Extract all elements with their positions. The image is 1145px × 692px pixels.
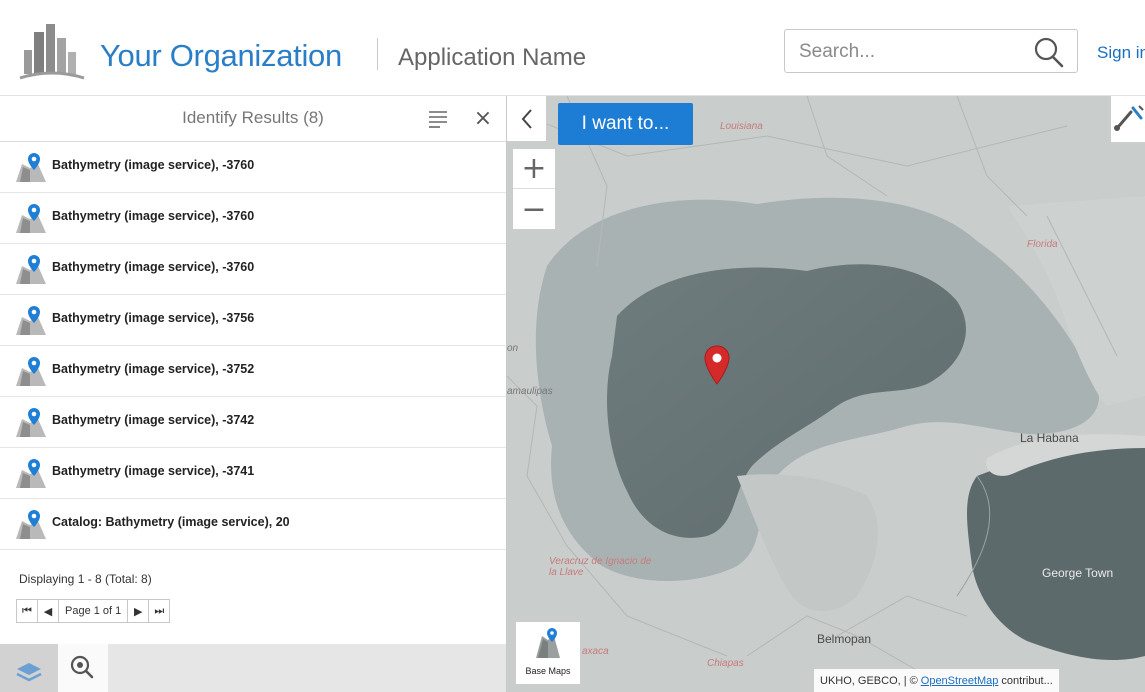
openstreetmap-link[interactable]: OpenStreetMap (921, 675, 999, 687)
result-row[interactable]: Bathymetry (image service), -3741 (0, 448, 506, 499)
map-marker-icon[interactable] (703, 344, 731, 386)
panel-header: Identify Results (8) × (0, 96, 506, 142)
result-label: Bathymetry (image service), -3752 (52, 362, 255, 376)
place-label-la-habana: La Habana (1020, 431, 1079, 445)
result-row[interactable]: Bathymetry (image service), -3742 (0, 397, 506, 448)
zoom-control: + − (512, 148, 556, 230)
result-label: Bathymetry (image service), -3760 (52, 209, 255, 223)
search-input[interactable] (799, 39, 1019, 65)
result-label: Catalog: Bathymetry (image service), 20 (52, 515, 290, 529)
last-page-button[interactable]: ⏭ (148, 599, 171, 623)
attribution-suffix: contribut... (1001, 674, 1053, 687)
page-label: Page 1 of 1 (58, 599, 129, 623)
collapse-panel-button[interactable] (507, 96, 547, 142)
search-icon[interactable] (1032, 36, 1064, 68)
result-label: Bathymetry (image service), -3760 (52, 260, 255, 274)
zoom-out-button[interactable]: − (513, 189, 555, 229)
i-want-to-button[interactable]: I want to... (558, 103, 693, 145)
sign-in-link[interactable]: Sign in (1097, 43, 1145, 63)
city-skyline-logo-icon (19, 24, 85, 80)
result-row[interactable]: Bathymetry (image service), -3756 (0, 295, 506, 346)
place-label-oaxaca: axaca (582, 646, 609, 657)
place-label-tamaulipas: amaulipas (507, 386, 553, 397)
close-icon[interactable]: × (472, 108, 494, 130)
identify-magnifier-icon (70, 655, 94, 679)
pager: ⏮ ◀ Page 1 of 1 ▶ ⏭ (16, 599, 171, 623)
place-label-george-town: George Town (1042, 566, 1114, 580)
header-divider (377, 38, 378, 70)
place-label-louisiana: Louisiana (720, 121, 763, 132)
paging-info: Displaying 1 - 8 (Total: 8) (19, 572, 152, 586)
chevron-left-icon (521, 109, 532, 129)
map-view[interactable]: Louisiana Florida La Habana George Town … (507, 96, 1145, 692)
result-label: Bathymetry (image service), -3741 (52, 464, 255, 478)
first-page-button[interactable]: ⏮ (16, 599, 38, 623)
place-label-on: on (507, 343, 519, 354)
search-box[interactable] (784, 29, 1078, 73)
place-label-belmopan: Belmopan (817, 632, 872, 646)
place-label-florida: Florida (1027, 239, 1058, 250)
map-pin-layer-icon (16, 255, 46, 284)
tools-wrench-icon (1114, 105, 1144, 131)
previous-page-button[interactable]: ◀ (37, 599, 59, 623)
base-maps-label: Base Maps (525, 666, 571, 676)
result-row[interactable]: Bathymetry (image service), -3760 (0, 244, 506, 295)
results-list: Bathymetry (image service), -3760 Bathym… (0, 142, 506, 550)
map-pin-layer-icon (16, 357, 46, 386)
result-row[interactable]: Bathymetry (image service), -3760 (0, 193, 506, 244)
result-label: Bathymetry (image service), -3756 (52, 311, 255, 325)
base-maps-button[interactable]: Base Maps (515, 621, 581, 685)
tab-identify[interactable] (58, 644, 108, 692)
result-label: Bathymetry (image service), -3760 (52, 158, 255, 172)
zoom-in-button[interactable]: + (513, 149, 555, 189)
gulf-of-mexico-basemap (507, 96, 1145, 692)
panel-tab-bar (0, 644, 506, 692)
map-pin-layer-icon (16, 306, 46, 335)
place-label-chiapas: Chiapas (707, 658, 744, 669)
result-row[interactable]: Bathymetry (image service), -3752 (0, 346, 506, 397)
base-maps-icon (536, 628, 560, 658)
tools-button[interactable] (1111, 96, 1145, 142)
map-pin-layer-icon (16, 510, 46, 539)
app-header: Your Organization Application Name Sign … (0, 0, 1145, 96)
organization-name[interactable]: Your Organization (100, 38, 342, 74)
application-name: Application Name (398, 44, 587, 71)
layers-icon (16, 663, 42, 682)
next-page-button[interactable]: ▶ (127, 599, 150, 623)
map-pin-layer-icon (16, 204, 46, 233)
tab-layers[interactable] (0, 644, 58, 692)
attribution-prefix: UKHO, GEBCO, | © (820, 674, 918, 687)
identify-results-panel: Identify Results (8) × Bathymetry (image… (0, 96, 507, 692)
map-pin-layer-icon (16, 459, 46, 488)
result-row[interactable]: Bathymetry (image service), -3760 (0, 142, 506, 193)
result-row[interactable]: Catalog: Bathymetry (image service), 20 (0, 499, 506, 550)
result-label: Bathymetry (image service), -3742 (52, 413, 255, 427)
map-pin-layer-icon (16, 153, 46, 182)
list-menu-icon[interactable] (428, 109, 448, 129)
map-attribution: UKHO, GEBCO, | © OpenStreetMap contribut… (814, 669, 1059, 692)
place-label-veracruz: Veracruz de Ignacio de la Llave (549, 556, 652, 578)
map-pin-layer-icon (16, 408, 46, 437)
